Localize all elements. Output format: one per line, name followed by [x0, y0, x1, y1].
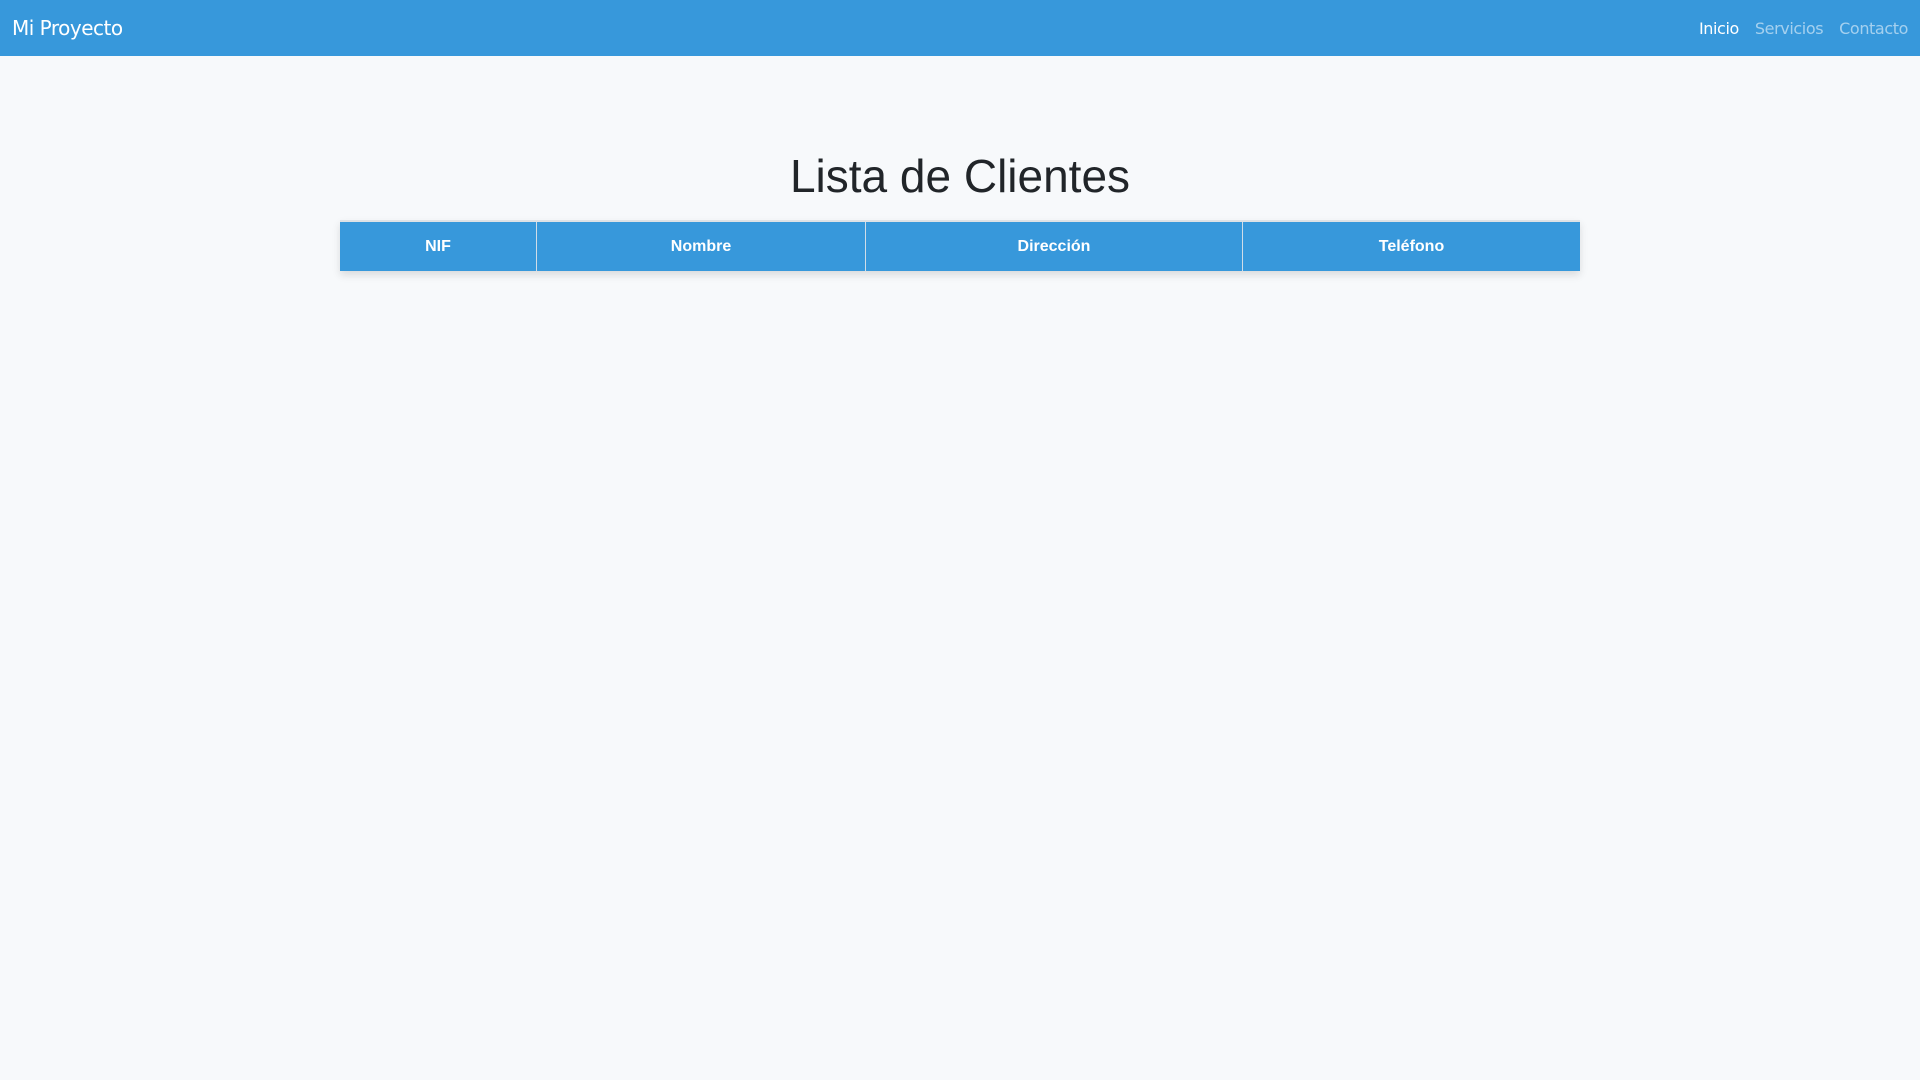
nav-link-inicio[interactable]: Inicio: [1699, 19, 1739, 38]
table-header-row: NIF Nombre Dirección Teléfono: [340, 221, 1580, 271]
nav-link-servicios[interactable]: Servicios: [1755, 19, 1824, 38]
clients-table: NIF Nombre Dirección Teléfono: [340, 220, 1580, 271]
navbar: Mi Proyecto Inicio Servicios Contacto: [0, 0, 1920, 56]
column-header-direccion: Dirección: [865, 221, 1243, 271]
brand-link[interactable]: Mi Proyecto: [12, 16, 123, 40]
nav-link-contacto[interactable]: Contacto: [1839, 19, 1908, 38]
nav-links: Inicio Servicios Contacto: [1699, 19, 1908, 38]
column-header-telefono: Teléfono: [1242, 221, 1580, 271]
column-header-nif: NIF: [340, 221, 537, 271]
column-header-nombre: Nombre: [536, 221, 866, 271]
page-title: Lista de Clientes: [789, 150, 1131, 202]
